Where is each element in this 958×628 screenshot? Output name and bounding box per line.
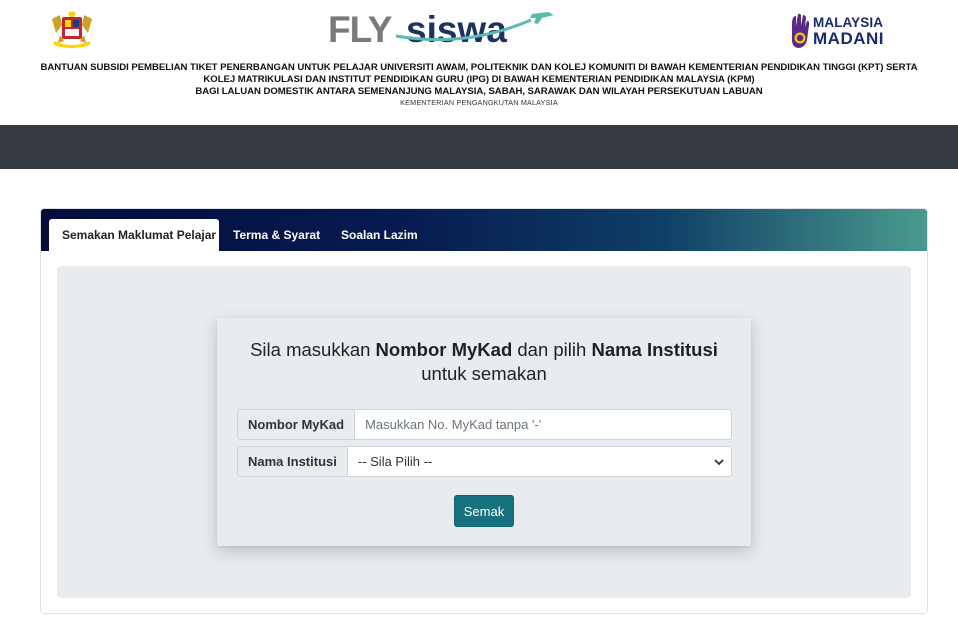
banner-line-1: BANTUAN SUBSIDI PEMBELIAN TIKET PENERBAN… (40, 62, 918, 73)
logo-fly-text: FLY (328, 9, 393, 48)
institusi-selected-value: -- Sila Pilih -- (357, 454, 433, 469)
tab-bar: Semakan Maklumat Pelajar Terma & Syarat … (41, 209, 927, 251)
top-navbar (0, 125, 958, 169)
check-form: Sila masukkan Nombor MyKad dan pilih Nam… (217, 318, 751, 546)
tab-soalan-lazim[interactable]: Soalan Lazim (329, 219, 430, 251)
tab-semakan-maklumat-pelajar[interactable]: Semakan Maklumat Pelajar (49, 219, 219, 251)
main-card: Semakan Maklumat Pelajar Terma & Syarat … (40, 208, 928, 614)
form-title-bold-2: Nama Institusi (591, 339, 718, 360)
semak-button[interactable]: Semak (454, 495, 514, 527)
coat-of-arms-icon (52, 11, 92, 48)
institusi-select[interactable]: -- Sila Pilih -- (347, 446, 732, 477)
mykad-input[interactable]: Masukkan No. MyKad tanpa '-' (355, 409, 732, 440)
tab-terma-syarat[interactable]: Terma & Syarat (221, 219, 332, 251)
form-title-text-3: untuk semakan (421, 363, 547, 384)
malaysia-madani-logo: MALAYSIA MADANI (789, 12, 889, 52)
form-title-text-1: Sila masukkan (250, 339, 376, 360)
madani-hand-icon (792, 13, 810, 48)
flysiswa-logo-icon: FLY siswa (328, 9, 554, 48)
institusi-label: Nama Institusi (237, 446, 348, 477)
institusi-input-group: Nama Institusi -- Sila Pilih -- (237, 446, 732, 477)
page-header: FLY siswa MALAYSIA MADANI BANTUAN SUBSID… (0, 0, 958, 125)
banner-line-2: KOLEJ MATRIKULASI DAN INSTITUT PENDIDIKA… (203, 73, 755, 85)
form-title-text-2: dan pilih (512, 339, 592, 360)
program-description: BANTUAN SUBSIDI PEMBELIAN TIKET PENERBAN… (0, 62, 958, 97)
mykad-input-group: Nombor MyKad Masukkan No. MyKad tanpa '-… (237, 409, 732, 440)
ministry-name: KEMENTERIAN PENGANGKUTAN MALAYSIA (400, 98, 558, 107)
madani-line2: MADANI (813, 29, 884, 48)
tab-content-panel: Sila masukkan Nombor MyKad dan pilih Nam… (57, 266, 911, 598)
mykad-label: Nombor MyKad (237, 409, 356, 440)
logo-siswa-text: siswa (406, 9, 507, 48)
form-title-bold-1: Nombor MyKad (375, 339, 513, 360)
form-title: Sila masukkan Nombor MyKad dan pilih Nam… (217, 338, 751, 386)
chevron-down-icon (714, 459, 724, 466)
banner-line-3: BAGI LALUAN DOMESTIK ANTARA SEMENANJUNG … (195, 85, 763, 97)
